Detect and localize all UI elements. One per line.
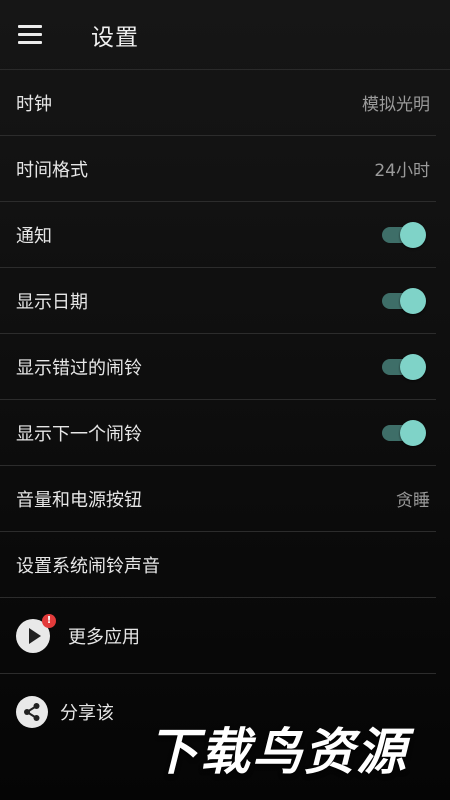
watermark-text: 下载鸟资源 [148, 723, 408, 781]
page-title: 设置 [91, 24, 139, 51]
setting-clock[interactable]: 时钟 模拟光明 [0, 70, 436, 136]
notification-badge: ! [42, 613, 56, 628]
show-date-toggle[interactable] [382, 287, 426, 314]
settings-list: 时钟 模拟光明 时间格式 24小时 通知 显示日期 显示错过的闹铃 显示下一个闹… [0, 70, 450, 750]
setting-show-date[interactable]: 显示日期 [0, 268, 436, 334]
share-label: 分享该 [60, 703, 114, 724]
setting-value: 24小时 [374, 161, 430, 181]
setting-label: 通知 [16, 225, 52, 247]
setting-label: 时间格式 [16, 159, 88, 181]
setting-value: 模拟光明 [362, 95, 430, 115]
toggle-thumb [400, 419, 426, 446]
setting-label: 显示日期 [16, 291, 88, 313]
setting-time-format[interactable]: 时间格式 24小时 [0, 136, 436, 202]
setting-label: 显示下一个闹铃 [16, 423, 142, 445]
setting-label: 设置系统闹铃声音 [16, 555, 160, 577]
show-next-alarm-toggle[interactable] [382, 419, 426, 446]
notification-toggle[interactable] [382, 221, 426, 248]
toggle-thumb [400, 221, 426, 248]
setting-label: 显示错过的闹铃 [16, 357, 142, 379]
setting-label: 音量和电源按钮 [16, 489, 142, 511]
play-icon: ! [16, 613, 56, 653]
more-apps-label: 更多应用 [68, 626, 140, 648]
settings-screen: 设置 时钟 模拟光明 时间格式 24小时 通知 显示日期 显示错过的闹铃 显示下… [0, 0, 450, 800]
setting-volume-power-buttons[interactable]: 音量和电源按钮 贪睡 [0, 466, 436, 532]
app-bar: 设置 [0, 0, 450, 70]
more-apps-item[interactable]: ! 更多应用 [0, 598, 436, 674]
setting-value: 贪睡 [396, 491, 430, 511]
setting-show-next-alarm[interactable]: 显示下一个闹铃 [0, 400, 436, 466]
toggle-thumb [400, 287, 426, 314]
setting-label: 时钟 [16, 93, 52, 115]
setting-system-alarm-sound[interactable]: 设置系统闹铃声音 [0, 532, 436, 598]
setting-notification[interactable]: 通知 [0, 202, 436, 268]
toggle-thumb [400, 353, 426, 380]
show-missed-alarm-toggle[interactable] [382, 353, 426, 380]
share-icon [16, 696, 48, 728]
hamburger-menu-icon[interactable] [18, 20, 48, 50]
setting-show-missed-alarm[interactable]: 显示错过的闹铃 [0, 334, 436, 400]
